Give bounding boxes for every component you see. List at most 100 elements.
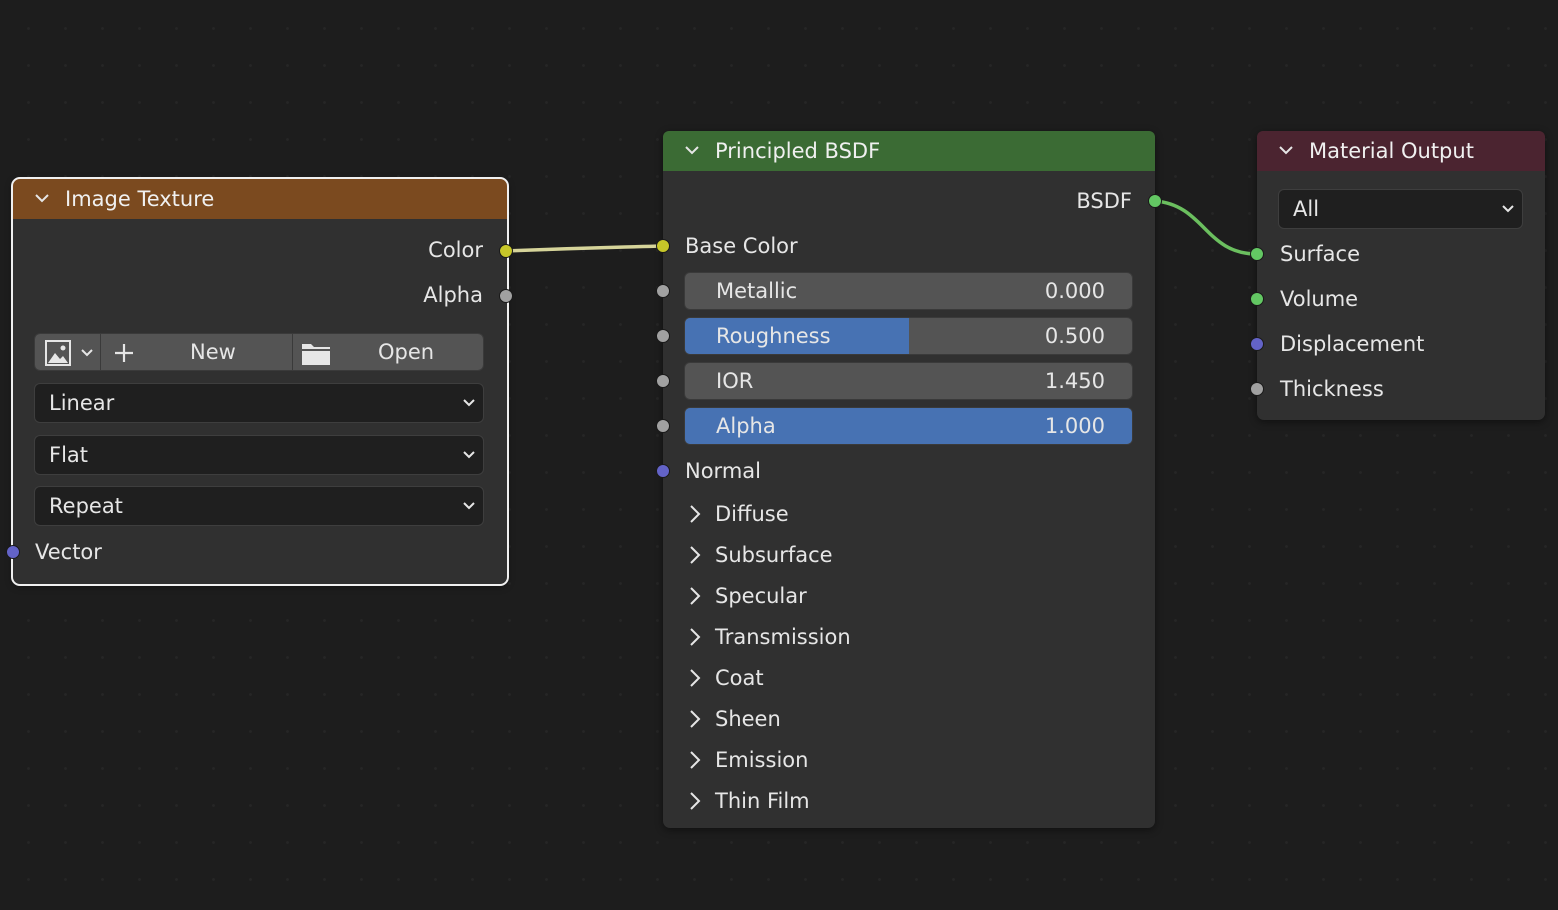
ior-slider[interactable]: IOR 1.450 (684, 362, 1133, 400)
metallic-value: 0.000 (1044, 279, 1105, 303)
panel-label: Transmission (715, 625, 851, 649)
extension-value: Repeat (49, 494, 123, 518)
color-output-row: Color (428, 232, 483, 268)
image-texture-header[interactable]: Image Texture (13, 179, 507, 219)
open-image-button[interactable]: Open (292, 334, 483, 370)
collapse-chevron-icon[interactable] (1279, 143, 1293, 157)
metallic-label: Metallic (716, 279, 798, 303)
alpha-output-row: Alpha (423, 277, 483, 313)
ior-label: IOR (716, 369, 754, 393)
node-title: Material Output (1309, 139, 1474, 163)
chevron-down-icon (463, 399, 475, 407)
collapse-chevron-icon[interactable] (35, 191, 49, 205)
principled-bsdf-header[interactable]: Principled BSDF (663, 131, 1155, 171)
bsdf-output-row: BSDF (1076, 183, 1132, 219)
color-output-socket[interactable] (499, 244, 513, 258)
image-texture-node[interactable]: Image Texture Color Alpha New Open Linea… (6, 177, 513, 586)
chevron-right-icon (690, 628, 701, 646)
target-value: All (1293, 197, 1320, 221)
bsdf-output-socket[interactable] (1148, 194, 1162, 208)
chevron-down-icon (81, 349, 93, 357)
collapse-chevron-icon[interactable] (685, 143, 699, 157)
alpha-output-label: Alpha (423, 283, 483, 307)
roughness-value: 0.500 (1044, 324, 1105, 348)
volume-socket[interactable] (1250, 292, 1264, 306)
chevron-right-icon (690, 792, 701, 810)
image-selector-bar: New Open (34, 333, 484, 371)
plus-icon (115, 344, 133, 362)
panel-sheen[interactable]: Sheen (663, 701, 781, 737)
chevron-right-icon (690, 505, 701, 523)
panel-diffuse[interactable]: Diffuse (663, 496, 789, 532)
chevron-right-icon (690, 669, 701, 687)
thickness-row: Thickness (1280, 371, 1384, 407)
panel-subsurface[interactable]: Subsurface (663, 537, 833, 573)
folder-icon (302, 344, 330, 365)
chevron-right-icon (690, 710, 701, 728)
image-icon (45, 340, 71, 366)
roughness-slider[interactable]: Roughness 0.500 (684, 317, 1133, 355)
panel-label: Sheen (715, 707, 781, 731)
principled-bsdf-node[interactable]: Principled BSDF BSDF Base Color Metallic… (656, 131, 1162, 828)
thickness-socket[interactable] (1250, 382, 1264, 396)
metallic-slider[interactable]: Metallic 0.000 (684, 272, 1133, 310)
vector-input-socket[interactable] (6, 545, 20, 559)
surface-socket[interactable] (1250, 247, 1264, 261)
projection-value: Flat (49, 443, 89, 467)
material-output-node[interactable]: Material Output All Surface Volume Displ… (1250, 131, 1545, 420)
projection-dropdown[interactable]: Flat (34, 435, 484, 475)
normal-label: Normal (685, 459, 761, 483)
interpolation-dropdown[interactable]: Linear (34, 383, 484, 423)
volume-label: Volume (1280, 287, 1359, 311)
panel-specular[interactable]: Specular (663, 578, 807, 614)
node-title: Principled BSDF (715, 139, 881, 163)
panel-label: Thin Film (715, 789, 810, 813)
roughness-label: Roughness (716, 324, 831, 348)
thickness-label: Thickness (1280, 377, 1384, 401)
volume-row: Volume (1280, 281, 1358, 317)
ior-value: 1.450 (1044, 369, 1105, 393)
alpha-slider[interactable]: Alpha 1.000 (684, 407, 1133, 445)
panel-label: Diffuse (715, 502, 789, 526)
base-color-socket[interactable] (656, 239, 670, 253)
vector-input-row: Vector (35, 534, 102, 570)
roughness-socket[interactable] (656, 329, 670, 343)
panel-transmission[interactable]: Transmission (663, 619, 851, 655)
chevron-down-icon (1502, 205, 1514, 213)
base-color-row: Base Color (685, 228, 798, 264)
panel-label: Subsurface (715, 543, 833, 567)
ior-socket[interactable] (656, 374, 670, 388)
displacement-socket[interactable] (1250, 337, 1264, 351)
bsdf-output-label: BSDF (1076, 189, 1132, 213)
link-bsdf-to-surface (1154, 199, 1258, 256)
chevron-down-icon (463, 451, 475, 459)
alpha-input-socket[interactable] (656, 419, 670, 433)
node-title: Image Texture (65, 187, 215, 211)
panel-thin-film[interactable]: Thin Film (663, 783, 810, 819)
metallic-socket[interactable] (656, 284, 670, 298)
displacement-label: Displacement (1280, 332, 1425, 356)
normal-row: Normal (685, 453, 761, 489)
surface-label: Surface (1280, 242, 1361, 266)
interpolation-value: Linear (49, 391, 115, 415)
displacement-row: Displacement (1280, 326, 1424, 362)
panel-emission[interactable]: Emission (663, 742, 808, 778)
extension-dropdown[interactable]: Repeat (34, 486, 484, 526)
new-image-button[interactable]: New (100, 334, 292, 370)
material-output-header[interactable]: Material Output (1257, 131, 1545, 171)
surface-row: Surface (1280, 236, 1360, 272)
panel-label: Emission (715, 748, 809, 772)
chevron-right-icon (690, 546, 701, 564)
link-color-to-base-color (505, 244, 664, 253)
image-browse-button[interactable] (35, 334, 100, 370)
panel-label: Coat (715, 666, 764, 690)
chevron-right-icon (690, 587, 701, 605)
alpha-output-socket[interactable] (499, 289, 513, 303)
panel-coat[interactable]: Coat (663, 660, 764, 696)
panel-label: Specular (715, 584, 807, 608)
normal-socket[interactable] (656, 464, 670, 478)
open-button-label: Open (378, 340, 435, 364)
target-dropdown[interactable]: All (1278, 189, 1523, 229)
alpha-label: Alpha (716, 414, 776, 438)
color-output-label: Color (428, 238, 483, 262)
